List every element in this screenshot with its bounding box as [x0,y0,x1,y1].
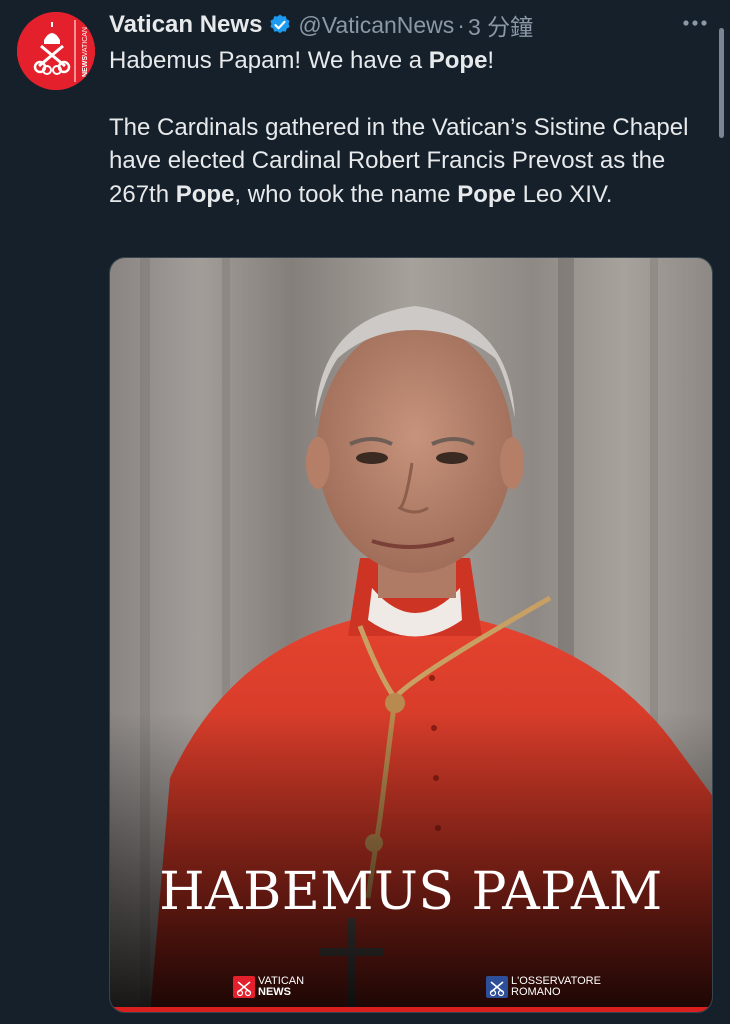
tweet-text: Habemus Papam! We have a Pope! The Cardi… [109,44,699,211]
media-bottom-accent-bar [110,1007,712,1012]
osservatore-romano-logo-icon [486,976,508,998]
vatican-news-logo-line2: NEWS [258,986,291,998]
avatar-wordmark: VATICAN NEWS [78,26,92,78]
tweet-media-image[interactable]: HABEMUS PAPAM VATICAN NEWS L'OSSERVATORE… [109,257,713,1013]
vatican-news-logo-icon [233,976,255,998]
text-segment: , who took the name [234,180,458,208]
tweet: VATICAN NEWS Vatican News @VaticanNews ·… [0,0,730,1024]
text-segment: ! [487,47,495,74]
avatar-text-news: NEWS [81,56,89,78]
avatar-text-vatican: VATICAN [81,26,89,57]
author-handle[interactable]: @VaticanNews [298,12,454,39]
scrollbar[interactable] [719,28,724,138]
text-segment: Leo XIV. [515,180,613,208]
osservatore-romano-logo-text: L'OSSERVATORE ROMANO [511,976,601,998]
habemus-papam-title: HABEMUS PAPAM [159,862,663,922]
bold-pope: Pope [428,47,488,74]
osservatore-romano-logo-line2: ROMANO [511,986,561,998]
osservatore-romano-logo: L'OSSERVATORE ROMANO [486,976,601,998]
tweet-paragraph-2: The Cardinals gathered in the Vatican’s … [109,111,699,212]
bold-pope: Pope [175,180,235,208]
tweet-header: Vatican News @VaticanNews · 3 分鐘 [109,8,533,42]
bold-pope: Pope [457,180,516,208]
text-segment: Habemus Papam! We have a [109,47,429,74]
vatican-news-logo: VATICAN NEWS [233,976,304,998]
tweet-timestamp[interactable]: 3 分鐘 [468,8,533,42]
verified-badge-icon[interactable] [268,13,292,37]
vatican-news-logo-text: VATICAN NEWS [258,976,304,998]
more-options-icon[interactable] [682,14,708,32]
header-separator: · [457,11,465,38]
tweet-paragraph-1: Habemus Papam! We have a Pope! [109,44,699,78]
author-display-name[interactable]: Vatican News [109,11,262,39]
avatar[interactable]: VATICAN NEWS [17,12,95,90]
